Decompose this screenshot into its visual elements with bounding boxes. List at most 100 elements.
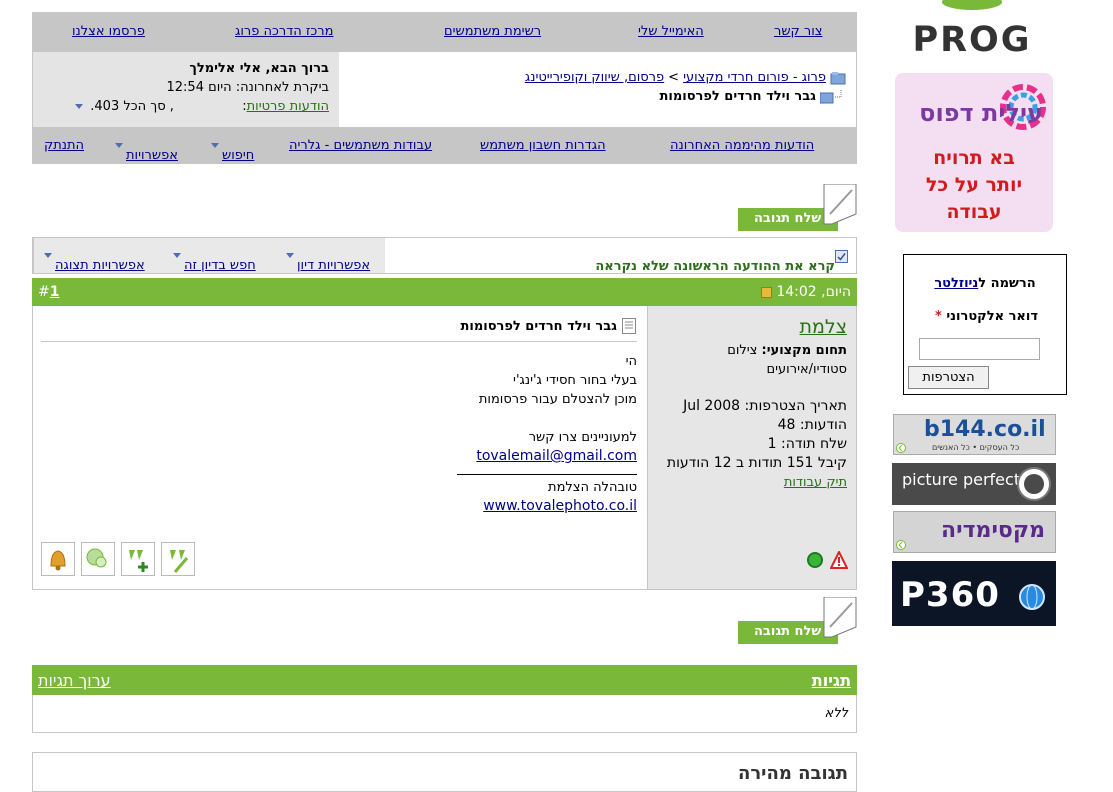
reply-button-top[interactable]: שלח תגובה [738,183,858,232]
thread-tools-bar: קרא את ההודעה הראשונה שלא נקראה אפשרויות… [32,237,857,274]
post-date: היום, 14:02 [760,284,851,300]
post-number: #1 [38,284,59,300]
warning-icon[interactable] [830,551,848,569]
thread-tools-menu[interactable]: אפשרויות דיון [283,248,370,273]
newsletter-email-label: דואר אלקטרוני * [904,309,1066,324]
nav-members-list-link[interactable]: רשימת משתמשים [444,24,541,39]
last-visit-text: ביקרת לאחרונה: היום 12:54 [166,80,330,95]
search-thread-link[interactable]: חפש בדיון זה [184,258,256,273]
ad-slogan-line: עבודה [946,201,1002,223]
nav-logout-link[interactable]: התנתק [44,138,84,153]
b144-subtitle: כל העסקים • כל האנשים [932,443,1020,452]
email-label-text: דואר אלקטרוני [946,309,1038,324]
top-navbar: צור קשר האימייל שלי רשימת משתמשים מרכז ה… [32,12,857,52]
nav-my-email-link[interactable]: האימייל שלי [638,24,704,39]
post-content: גבר וילד חרדים לפרסומות הי בעלי בחור חסי… [41,318,637,516]
p360-ad[interactable]: P360 [892,561,1056,626]
multiquote-icon[interactable] [121,542,155,576]
author-field: תחום מקצועי: צילום [657,341,847,360]
search-thread-menu[interactable]: חפש בדיון זה [170,248,256,273]
tags-title-link[interactable]: תגיות [812,671,851,690]
nav-options-link[interactable]: אפשרויות [126,148,178,163]
forum-folder-icon [830,71,846,84]
breadcrumb-subforum-link[interactable]: פרסום, שיווק וקופירייטינג [525,70,664,85]
quote-icon[interactable] [161,542,195,576]
maxi-media-text: מקסימדיה [941,518,1045,543]
newsletter-submit-button[interactable]: הצטרפות [908,366,989,389]
author-join-date: תאריך הצטרפות: Jul 2008 [683,398,847,414]
post-header: היום, 14:02 #1 [32,278,857,306]
reply-button-bottom[interactable]: שלח תגובה [738,596,858,645]
newsletter-email-input[interactable] [919,338,1040,360]
secondary-navbar: הודעות מהיממה האחרונה הגדרות חשבון משתמש… [32,128,857,164]
nav-search-menu[interactable]: חיפוש [208,138,254,163]
post-email-link[interactable]: tovalemail@gmail.com [476,448,637,464]
current-thread-title: גבר וילד חרדים לפרסומות [659,89,816,104]
author-name-link[interactable]: צלמת [800,316,847,338]
online-status-icon [807,552,823,568]
chevron-down-icon [115,143,123,148]
author-post-count: הודעות: 48 [777,417,847,433]
post-title: גבר וילד חרדים לפרסומות [460,318,617,334]
author-field-value: צילום [727,343,758,358]
thread-tools-link[interactable]: אפשרויות דיון [297,258,370,273]
post-actions [41,542,195,576]
first-unread-item[interactable]: קרא את ההודעה הראשונה שלא נקראה [595,249,848,274]
private-messages-row: הודעות פרטיות: , סך הכל 403. [43,97,329,116]
quick-reply-title: תגובה מהירה [737,763,848,784]
nav-new-posts-link[interactable]: הודעות מהיממה האחרונה [670,138,814,153]
prog-logo-text: PROG [912,20,1032,60]
post-line: מוכן להצטלם עבור פרסומות [478,392,637,407]
user-welcome-box: ברוך הבא, אלי אלימלך ביקרת לאחרונה: היום… [32,52,339,128]
chevron-left-icon [896,443,906,453]
picture-perfect-text: picture perfect [902,470,1021,489]
author-thanks-received: קיבל 151 תודות ב 12 הודעות [666,455,847,471]
maxi-media-ad[interactable]: מקסימדיה [893,511,1056,553]
prog-logo[interactable]: PROG [892,0,1052,58]
author-portfolio-link[interactable]: תיק עבודות [784,475,847,490]
post-line: הי [625,354,637,369]
nav-search-link[interactable]: חיפוש [222,148,254,163]
newsletter-title: הרשמה לניוזלטר [904,276,1066,291]
author-field-label: תחום מקצועי: [761,343,847,358]
tags-body: ללא [32,695,857,733]
pm-summary: , סך הכל 403. [90,99,174,114]
nav-contact-link[interactable]: צור קשר [774,24,823,39]
post-message: הי בעלי בחור חסידי ג'ינג'י מוכן להצטלם ע… [41,352,637,516]
thanks-icon[interactable] [81,542,115,576]
edit-tags-link[interactable]: ערוך תגיות [38,671,111,690]
post-date-text: היום, 14:02 [776,284,851,300]
display-modes-link[interactable]: אפשרויות תצוגה [55,258,145,273]
pp-logo-icon [1017,467,1051,501]
nav-gallery-link[interactable]: עבודות משתמשים - גלריה [289,138,432,153]
post-author-pane: צלמת תחום מקצועי: צילום סטודיו/אירועים ת… [647,306,857,590]
ad-slogan-line: בא תרויח [933,147,1015,169]
dropdown-arrow-icon[interactable] [75,104,84,109]
quick-reply-box: תגובה מהירה [32,752,857,792]
chevron-left-icon [896,540,906,550]
p360-logo-text: P360 [900,575,1000,615]
picture-perfect-ad[interactable]: picture perfect [892,463,1056,505]
signature-website-link[interactable]: www.tovalephoto.co.il [483,498,637,514]
nav-user-cp-link[interactable]: הגדרות חשבון משתמש [480,138,606,153]
post-line: למעוניינים צרו קשר [528,430,637,445]
chevron-down-icon [173,253,181,258]
first-unread-link[interactable]: קרא את ההודעה הראשונה שלא נקראה [595,259,835,274]
newsletter-box: הרשמה לניוזלטר דואר אלקטרוני * הצטרפות [903,254,1067,395]
thread-tree-icon [820,89,842,103]
newsletter-link[interactable]: ניוזלטר [934,276,978,291]
post-permalink[interactable]: 1 [50,284,60,300]
nav-options-menu[interactable]: אפשרויות [112,138,178,163]
nav-advertise-link[interactable]: פרסמו אצלנו [72,24,145,39]
breadcrumb-forum-link[interactable]: פרוג - פורום חרדי מקצועי [683,70,826,85]
private-messages-link[interactable]: הודעות פרטיות [247,99,329,114]
breadcrumb: פרוג - פורום חרדי מקצועי > פרסום, שיווק … [339,52,857,128]
author-field-value2: סטודיו/אירועים [766,362,847,377]
author-thanks-sent: שלח תודה: 1 [767,436,847,452]
nav-help-center-link[interactable]: מרכז הדרכה פרוג [235,24,333,39]
tags-none-text: ללא [824,706,848,721]
display-modes-menu[interactable]: אפשרויות תצוגה [41,248,145,273]
elite-print-ad[interactable]: עילית דפוס בא תרויח יותר על כל עבודה [895,73,1053,232]
bell-icon[interactable] [41,542,75,576]
b144-ad[interactable]: b144.co.il כל העסקים • כל האנשים [893,414,1056,455]
